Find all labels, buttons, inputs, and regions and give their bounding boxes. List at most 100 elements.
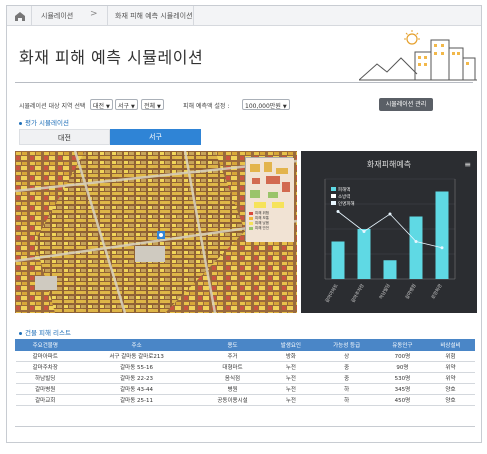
chart-legend-label: 인명피해	[338, 200, 355, 207]
table-cell: 위험	[426, 350, 475, 362]
table-cell: 갈마동 25-11	[74, 394, 199, 406]
table-cell: 530명	[378, 372, 427, 384]
bullet-icon	[19, 121, 22, 125]
table-header-row: 주요건물명 주소 용도 발생요인 가능성 등급 유동인구 비상설비	[14, 339, 476, 351]
table-cell: 갈마교회	[15, 394, 75, 406]
chart-x-tick-label: 갈마병원	[403, 283, 417, 301]
table-cell: 갈마아파트	[15, 350, 75, 362]
chart-legend-swatch	[331, 194, 336, 198]
app-frame: 시뮬레이션 > 화재 피해 예측 시뮬레이션 화재 피해 예측 시뮬레이션 시뮬…	[6, 5, 482, 443]
table-cell: 갈마동 55-16	[74, 361, 199, 373]
table-row[interactable]: 갈마병원 갈마동 43-44 병원 누전 하 345명 양호	[15, 383, 475, 395]
page-title: 화재 피해 예측 시뮬레이션	[19, 48, 204, 67]
section-results: 평가 시뮬레이션	[19, 117, 69, 127]
table-row[interactable]: 갈마교회 갈마동 25-11 공동이용시설 누전 하 450명 양호	[15, 394, 475, 406]
amount-select[interactable]: 100,000만원 ▼	[242, 99, 290, 110]
table-row[interactable]: 갈마아파트 서구 갈마동 갈마로213 주거 방화 상 700명 위험	[15, 350, 475, 362]
tab-daejeon[interactable]: 대전	[19, 129, 110, 145]
chart-title: 화재피해예측	[367, 159, 411, 169]
chart-legend-label: 소방력	[338, 193, 350, 200]
table-cell: 방화	[266, 350, 315, 362]
area-select-label: 시뮬레이션 대상 지역 선택	[19, 103, 86, 110]
chevron-down-icon: ▼	[106, 104, 110, 110]
damage-forecast-chart: 화재피해예측 ≡ 갈마아파트 갈마주차장 하남빌딩 갈마병원 로앙화관 피해액 소방력 인명피해	[301, 151, 477, 313]
table-row[interactable]: 하남빌딩 갈마동 22-23 음식점 누전 중 530명 위약	[15, 372, 475, 384]
table-bottom-rule	[15, 426, 475, 427]
amount-label: 피해 예측액 설정 :	[183, 103, 230, 110]
table-cell: 위약	[426, 361, 475, 373]
chevron-down-icon: ▼	[157, 104, 161, 110]
breadcrumb-current-page[interactable]: 화재 피해 예측 시뮬레이션	[115, 11, 193, 21]
chart-bar	[357, 229, 371, 279]
chart-point	[414, 240, 418, 243]
menu-icon: ≡	[464, 160, 471, 169]
col-building: 주요건물명	[14, 339, 76, 351]
table-cell: 공동이용시설	[198, 394, 267, 406]
breadcrumb-divider	[31, 6, 32, 26]
table-cell: 병원	[198, 383, 267, 395]
table-cell: 음식점	[198, 372, 267, 384]
breadcrumb-simulation[interactable]: 시뮬레이션	[41, 11, 73, 21]
chart-point	[440, 246, 444, 250]
table-cell: 누전	[266, 372, 315, 384]
col-equipment: 비상설비	[425, 339, 476, 351]
chevron-right-icon: >	[90, 9, 98, 19]
table-cell: 위약	[426, 372, 475, 384]
breadcrumb-divider	[193, 6, 194, 26]
chart-x-tick-label: 갈마아파트	[323, 283, 339, 304]
chart-x-tick-label: 갈마주차장	[349, 283, 365, 304]
col-cause: 발생요인	[266, 339, 316, 351]
col-address: 주소	[74, 339, 199, 351]
chevron-down-icon: ▼	[282, 104, 287, 110]
building-damage-table: 주요건물명 주소 용도 발생요인 가능성 등급 유동인구 비상설비 갈마아파트 서…	[14, 339, 476, 406]
bullet-icon	[19, 331, 22, 335]
section-buildings: 건물 피해 리스트	[19, 327, 71, 337]
col-usage: 용도	[197, 339, 268, 351]
chart-legend-label: 피해액	[338, 186, 350, 193]
table-cell: 갈마병원	[15, 383, 75, 395]
table-cell: 갈마동 22-23	[74, 372, 199, 384]
city-select[interactable]: 대전 ▼	[90, 99, 113, 110]
col-grade: 가능성 등급	[314, 339, 379, 351]
simulation-manage-button[interactable]: 시뮬레이션 관리	[379, 98, 433, 111]
table-cell: 700명	[378, 350, 427, 362]
table-cell: 하남빌딩	[15, 372, 75, 384]
map-view[interactable]: 피해 위험 피해 보통 피해 낮음 피해 안전	[15, 151, 297, 313]
table-cell: 주거	[198, 350, 267, 362]
home-icon[interactable]	[13, 9, 27, 23]
chart-point	[388, 212, 392, 216]
chart-x-tick-label: 하남빌딩	[377, 283, 391, 301]
table-cell: 갈마주차장	[15, 361, 75, 373]
table-cell: 450명	[378, 394, 427, 406]
chart-legend-swatch	[331, 187, 336, 191]
table-cell: 90명	[378, 361, 427, 373]
table-cell: 대형마트	[198, 361, 267, 373]
chart-bar	[435, 191, 449, 279]
chart-bar	[383, 260, 397, 279]
table-cell: 갈마동 43-44	[74, 383, 199, 395]
table-cell: 양호	[426, 394, 475, 406]
city-illustration	[359, 30, 477, 81]
table-cell: 서구 갈마동 갈마로213	[74, 350, 199, 362]
chart-point	[336, 210, 340, 213]
map-legend: 피해 위험 피해 보통 피해 낮음 피해 안전	[249, 211, 269, 231]
scope-select[interactable]: 전체 ▼	[141, 99, 164, 110]
col-population: 유동인구	[377, 339, 427, 351]
table-cell: 누전	[266, 383, 315, 395]
table-cell: 하	[314, 394, 379, 406]
chart-legend-swatch	[331, 201, 336, 205]
table-cell: 345명	[378, 383, 427, 395]
tab-seogu[interactable]: 서구	[110, 129, 201, 145]
district-select[interactable]: 서구 ▼	[115, 99, 138, 110]
breadcrumb: 시뮬레이션 > 화재 피해 예측 시뮬레이션	[7, 6, 481, 26]
table-cell: 상	[314, 350, 379, 362]
table-cell: 누전	[266, 361, 315, 373]
breadcrumb-divider	[107, 6, 108, 26]
chart-x-tick-label: 로앙화관	[429, 283, 443, 301]
table-cell: 중	[314, 372, 379, 384]
region-tabs: 대전 서구	[19, 129, 201, 145]
chart-bar	[331, 241, 345, 279]
table-row[interactable]: 갈마주차장 갈마동 55-16 대형마트 누전 중 90명 위약	[15, 361, 475, 373]
table-cell: 중	[314, 361, 379, 373]
chart-series-line	[337, 211, 443, 249]
